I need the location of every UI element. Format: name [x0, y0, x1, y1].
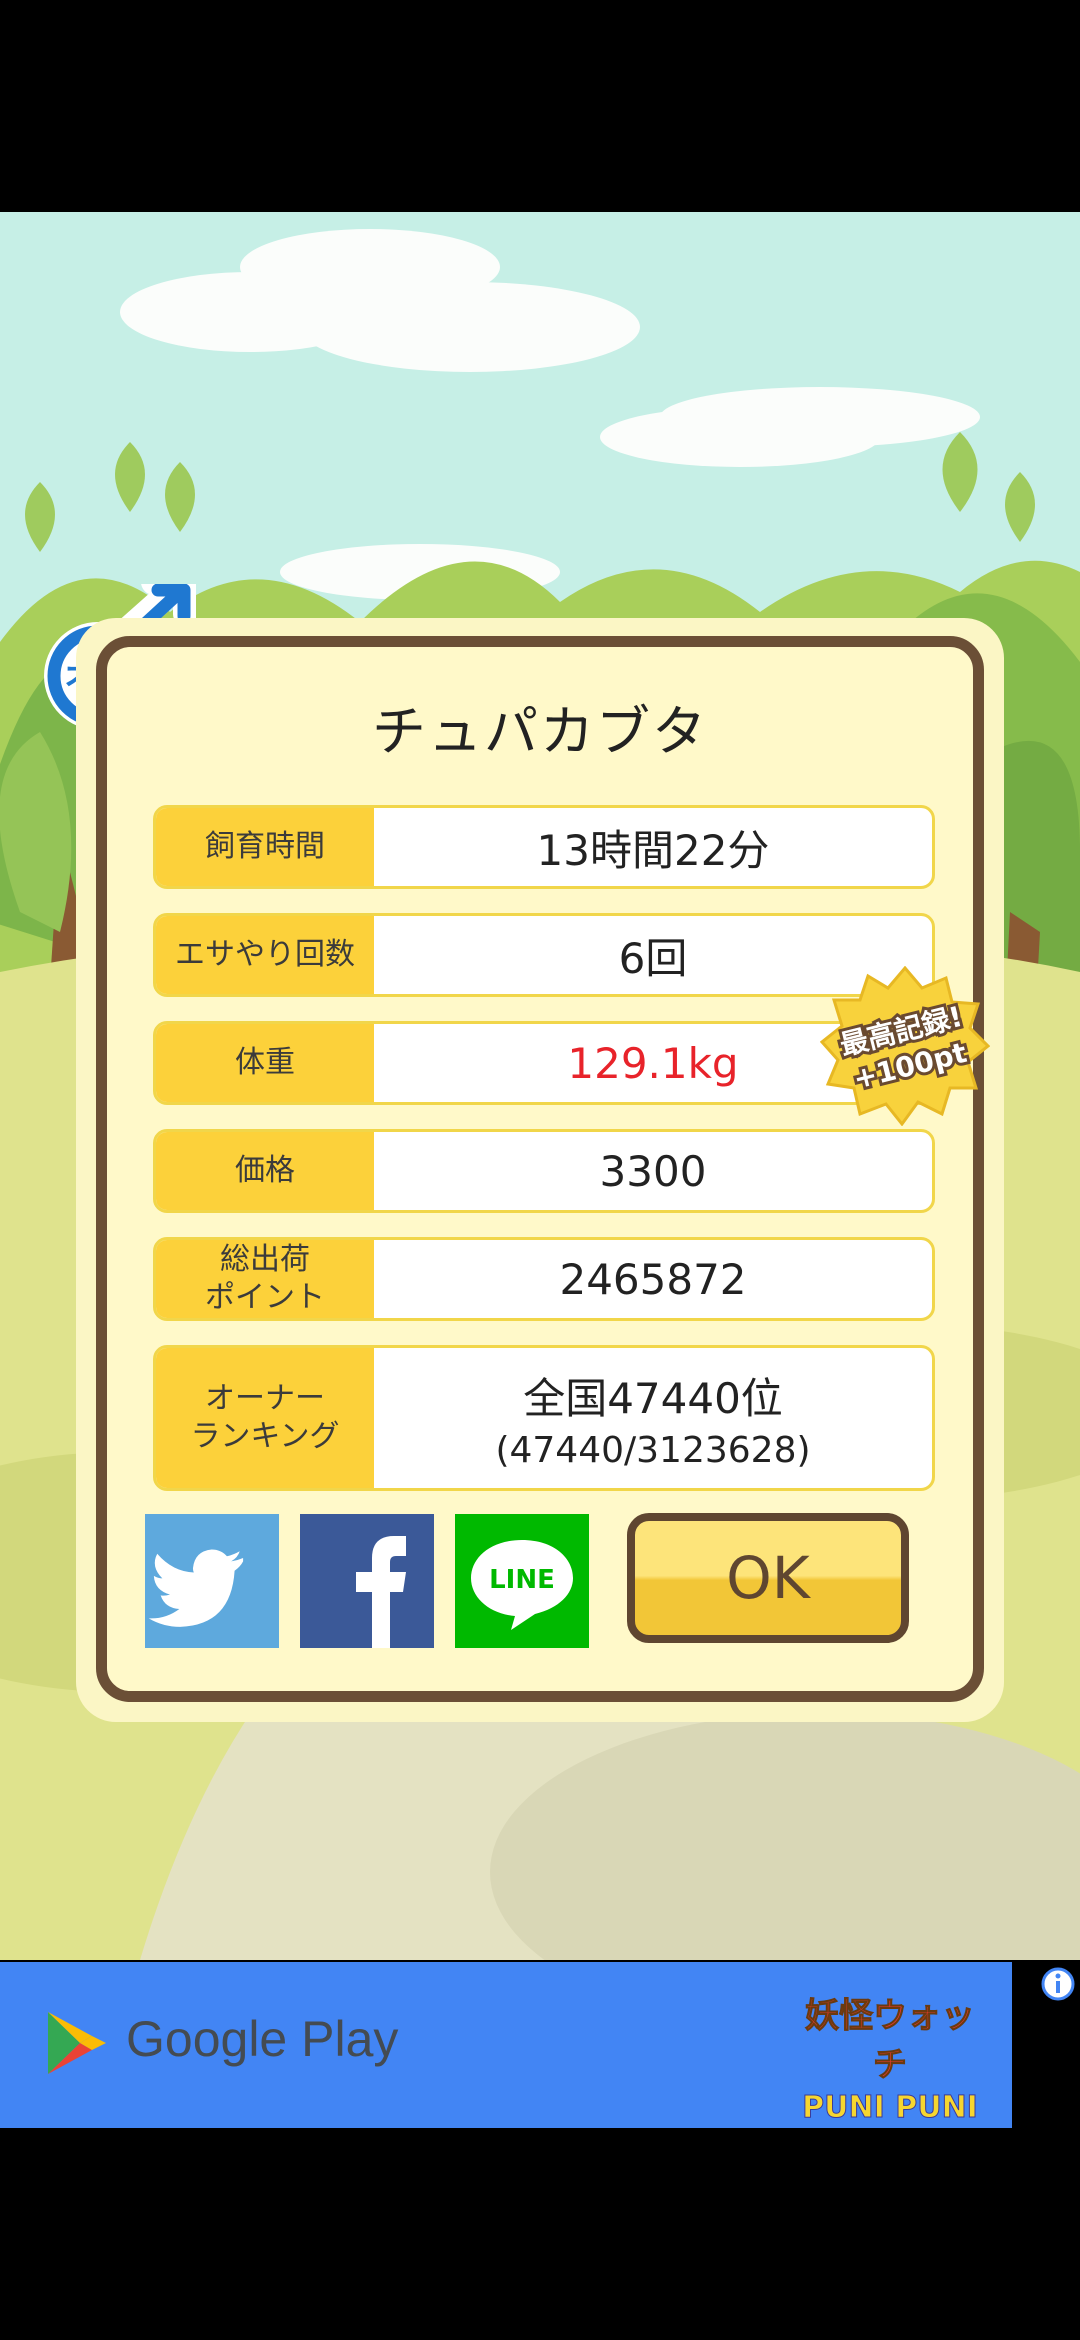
ranking-position: 全国47440位: [523, 1374, 783, 1423]
facebook-share-button[interactable]: [300, 1514, 434, 1648]
stat-row-weight: 体重 129.1kg: [153, 1021, 935, 1105]
line-label: LINE: [489, 1565, 555, 1595]
ok-button[interactable]: OK: [627, 1513, 909, 1643]
stat-label-line1: 総出荷: [220, 1242, 310, 1277]
stat-row-feed-count: エサやり回数 6回: [153, 913, 935, 997]
record-badge: 最高記録! +100pt: [820, 966, 990, 1126]
stat-label-line2: ランキング: [190, 1419, 340, 1454]
info-icon[interactable]: [1040, 1966, 1076, 2002]
twitter-share-button[interactable]: [145, 1514, 279, 1648]
stat-row-price: 価格 3300: [153, 1129, 935, 1213]
stat-label: 体重: [156, 1024, 374, 1102]
google-play-icon: [48, 2012, 106, 2074]
stat-label: 価格: [156, 1132, 374, 1210]
ranking-detail: (47440/3123628): [495, 1430, 811, 1471]
game-logo-line2: PUNI PUNI: [802, 2090, 979, 2126]
stat-value: 2465872: [559, 1254, 747, 1304]
stat-label: 飼育時間: [156, 808, 374, 886]
stat-label-line1: オーナー: [204, 1381, 325, 1416]
stat-row-owner-ranking: オーナー ランキング 全国47440位 (47440/3123628): [153, 1345, 935, 1491]
stat-label: オーナー ランキング: [156, 1348, 374, 1488]
stat-value: 3300: [599, 1146, 707, 1196]
stat-value: 13時間22分: [536, 825, 770, 875]
line-share-button[interactable]: LINE: [455, 1514, 589, 1648]
stat-row-rearing-time: 飼育時間 13時間22分: [153, 805, 935, 889]
stat-row-shipping-points: 総出荷 ポイント 2465872: [153, 1237, 935, 1321]
result-card: チュパカブタ 飼育時間 13時間22分 エサやり回数 6回 体重 129.1kg…: [96, 636, 984, 1702]
stat-label-line2: ポイント: [205, 1280, 325, 1315]
ad-store-label: Google Play: [126, 2011, 399, 2067]
stat-value: 全国47440位 (47440/3123628): [374, 1348, 932, 1488]
stat-label: 総出荷 ポイント: [156, 1240, 374, 1318]
stat-label: エサやり回数: [156, 916, 374, 994]
game-logo-line1: 妖怪ウォッチ: [805, 1996, 976, 2086]
character-name: チュパカブタ: [372, 700, 708, 763]
game-logo: 妖怪ウォッチ PUNI PUNI: [800, 1988, 980, 2126]
ad-banner[interactable]: Google Play 妖怪ウォッチ PUNI PUNI: [0, 1962, 1012, 2128]
